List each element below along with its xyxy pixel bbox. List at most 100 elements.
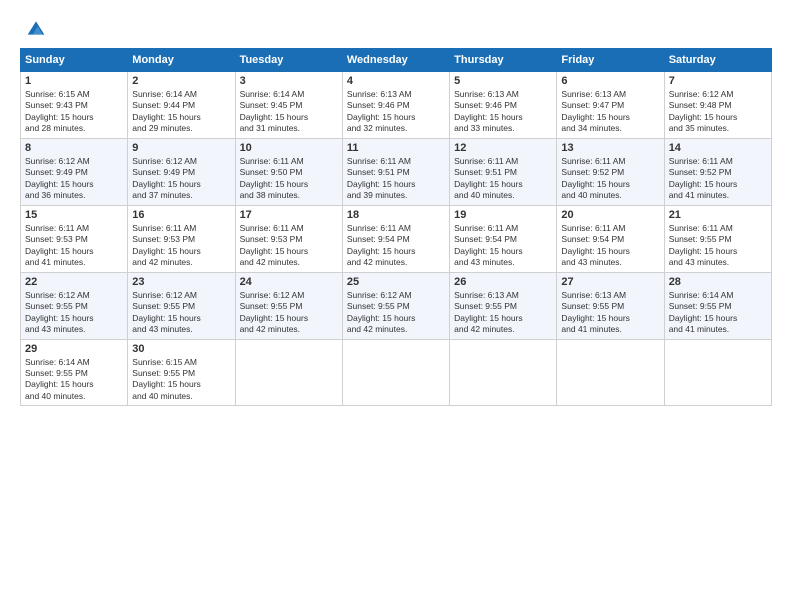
day-number: 17: [240, 209, 338, 221]
calendar-week-5: 29 Sunrise: 6:14 AMSunset: 9:55 PMDayligh…: [21, 339, 772, 406]
day-number: 8: [25, 142, 123, 154]
calendar-cell: 24 Sunrise: 6:12 AMSunset: 9:55 PMDayligh…: [235, 272, 342, 339]
calendar-week-2: 8 Sunrise: 6:12 AMSunset: 9:49 PMDaylight…: [21, 138, 772, 205]
cell-info: Sunrise: 6:14 AMSunset: 9:45 PMDaylight:…: [240, 89, 338, 135]
day-number: 7: [669, 75, 767, 87]
day-number: 19: [454, 209, 552, 221]
day-number: 6: [561, 75, 659, 87]
day-number: 25: [347, 276, 445, 288]
day-number: 9: [132, 142, 230, 154]
calendar-cell: 10 Sunrise: 6:11 AMSunset: 9:50 PMDayligh…: [235, 138, 342, 205]
cell-info: Sunrise: 6:13 AMSunset: 9:46 PMDaylight:…: [347, 89, 445, 135]
calendar-week-1: 1 Sunrise: 6:15 AMSunset: 9:43 PMDaylight…: [21, 72, 772, 139]
calendar-cell: [664, 339, 771, 406]
calendar-cell: 9 Sunrise: 6:12 AMSunset: 9:49 PMDaylight…: [128, 138, 235, 205]
cell-info: Sunrise: 6:13 AMSunset: 9:55 PMDaylight:…: [561, 290, 659, 336]
day-number: 10: [240, 142, 338, 154]
calendar-cell: 18Sunrise: 6:11 AMSunset: 9:54 PMDayligh…: [342, 205, 449, 272]
calendar-cell: 28 Sunrise: 6:14 AMSunset: 9:55 PMDayligh…: [664, 272, 771, 339]
calendar-cell: 26 Sunrise: 6:13 AMSunset: 9:55 PMDayligh…: [450, 272, 557, 339]
calendar-header-monday: Monday: [128, 49, 235, 72]
day-number: 11: [347, 142, 445, 154]
calendar-cell: 6 Sunrise: 6:13 AMSunset: 9:47 PMDaylight…: [557, 72, 664, 139]
cell-info: Sunrise: 6:15 AMSunset: 9:55 PMDaylight:…: [132, 357, 230, 403]
cell-info: Sunrise: 6:11 AMSunset: 9:54 PMDaylight:…: [561, 223, 659, 269]
day-number: 13: [561, 142, 659, 154]
calendar-week-3: 15 Sunrise: 6:11 AMSunset: 9:53 PMDayligh…: [21, 205, 772, 272]
header: [20, 18, 772, 38]
day-number: 15: [25, 209, 123, 221]
day-number: 30: [132, 343, 230, 355]
calendar-cell: [557, 339, 664, 406]
calendar-cell: 1 Sunrise: 6:15 AMSunset: 9:43 PMDaylight…: [21, 72, 128, 139]
day-number: 26: [454, 276, 552, 288]
calendar-header-wednesday: Wednesday: [342, 49, 449, 72]
cell-info: Sunrise: 6:13 AMSunset: 9:47 PMDaylight:…: [561, 89, 659, 135]
calendar-cell: 3 Sunrise: 6:14 AMSunset: 9:45 PMDaylight…: [235, 72, 342, 139]
calendar-cell: 14Sunrise: 6:11 AMSunset: 9:52 PMDayligh…: [664, 138, 771, 205]
cell-info: Sunrise: 6:12 AMSunset: 9:55 PMDaylight:…: [240, 290, 338, 336]
calendar-cell: 7 Sunrise: 6:12 AMSunset: 9:48 PMDaylight…: [664, 72, 771, 139]
cell-info: Sunrise: 6:12 AMSunset: 9:49 PMDaylight:…: [132, 156, 230, 202]
logo-icon: [26, 18, 46, 38]
calendar-cell: 16 Sunrise: 6:11 AMSunset: 9:53 PMDayligh…: [128, 205, 235, 272]
calendar-cell: 23 Sunrise: 6:12 AMSunset: 9:55 PMDayligh…: [128, 272, 235, 339]
cell-info: Sunrise: 6:11 AMSunset: 9:53 PMDaylight:…: [132, 223, 230, 269]
calendar-cell: 15 Sunrise: 6:11 AMSunset: 9:53 PMDayligh…: [21, 205, 128, 272]
day-number: 2: [132, 75, 230, 87]
day-number: 27: [561, 276, 659, 288]
day-number: 20: [561, 209, 659, 221]
day-number: 23: [132, 276, 230, 288]
calendar-header-tuesday: Tuesday: [235, 49, 342, 72]
day-number: 28: [669, 276, 767, 288]
calendar-cell: 4 Sunrise: 6:13 AMSunset: 9:46 PMDaylight…: [342, 72, 449, 139]
day-number: 12: [454, 142, 552, 154]
calendar-header-thursday: Thursday: [450, 49, 557, 72]
day-number: 4: [347, 75, 445, 87]
cell-info: Sunrise: 6:11 AMSunset: 9:51 PMDaylight:…: [347, 156, 445, 202]
day-number: 1: [25, 75, 123, 87]
day-number: 29: [25, 343, 123, 355]
day-number: 24: [240, 276, 338, 288]
calendar-cell: 17 Sunrise: 6:11 AMSunset: 9:53 PMDayligh…: [235, 205, 342, 272]
cell-info: Sunrise: 6:14 AMSunset: 9:55 PMDaylight:…: [25, 357, 123, 403]
calendar-cell: 19 Sunrise: 6:11 AMSunset: 9:54 PMDayligh…: [450, 205, 557, 272]
day-number: 16: [132, 209, 230, 221]
calendar-header-row: SundayMondayTuesdayWednesdayThursdayFrid…: [21, 49, 772, 72]
cell-info: Sunrise: 6:11 AMSunset: 9:53 PMDaylight:…: [25, 223, 123, 269]
day-number: 3: [240, 75, 338, 87]
cell-info: Sunrise: 6:14 AMSunset: 9:44 PMDaylight:…: [132, 89, 230, 135]
cell-info: Sunrise: 6:13 AMSunset: 9:55 PMDaylight:…: [454, 290, 552, 336]
day-number: 22: [25, 276, 123, 288]
calendar-week-4: 22 Sunrise: 6:12 AMSunset: 9:55 PMDayligh…: [21, 272, 772, 339]
cell-info: Sunrise: 6:11 AMSunset: 9:53 PMDaylight:…: [240, 223, 338, 269]
calendar-cell: [235, 339, 342, 406]
cell-info: Sunrise: 6:11 AMSunset: 9:52 PMDaylight:…: [669, 156, 767, 202]
calendar-cell: 2 Sunrise: 6:14 AMSunset: 9:44 PMDaylight…: [128, 72, 235, 139]
calendar-cell: 27 Sunrise: 6:13 AMSunset: 9:55 PMDayligh…: [557, 272, 664, 339]
cell-info: Sunrise: 6:12 AMSunset: 9:55 PMDaylight:…: [25, 290, 123, 336]
cell-info: Sunrise: 6:15 AMSunset: 9:43 PMDaylight:…: [25, 89, 123, 135]
calendar-header-sunday: Sunday: [21, 49, 128, 72]
cell-info: Sunrise: 6:11 AMSunset: 9:50 PMDaylight:…: [240, 156, 338, 202]
calendar-cell: 21Sunrise: 6:11 AMSunset: 9:55 PMDayligh…: [664, 205, 771, 272]
cell-info: Sunrise: 6:12 AMSunset: 9:48 PMDaylight:…: [669, 89, 767, 135]
calendar-header-saturday: Saturday: [664, 49, 771, 72]
cell-info: Sunrise: 6:13 AMSunset: 9:46 PMDaylight:…: [454, 89, 552, 135]
cell-info: Sunrise: 6:11 AMSunset: 9:51 PMDaylight:…: [454, 156, 552, 202]
calendar-cell: 8Sunrise: 6:12 AMSunset: 9:49 PMDaylight…: [21, 138, 128, 205]
calendar: SundayMondayTuesdayWednesdayThursdayFrid…: [20, 48, 772, 406]
cell-info: Sunrise: 6:11 AMSunset: 9:55 PMDaylight:…: [669, 223, 767, 269]
cell-info: Sunrise: 6:11 AMSunset: 9:52 PMDaylight:…: [561, 156, 659, 202]
calendar-cell: 5 Sunrise: 6:13 AMSunset: 9:46 PMDaylight…: [450, 72, 557, 139]
logo: [20, 18, 46, 38]
calendar-cell: 30 Sunrise: 6:15 AMSunset: 9:55 PMDayligh…: [128, 339, 235, 406]
cell-info: Sunrise: 6:11 AMSunset: 9:54 PMDaylight:…: [454, 223, 552, 269]
calendar-cell: 20 Sunrise: 6:11 AMSunset: 9:54 PMDayligh…: [557, 205, 664, 272]
calendar-cell: 22 Sunrise: 6:12 AMSunset: 9:55 PMDayligh…: [21, 272, 128, 339]
page: SundayMondayTuesdayWednesdayThursdayFrid…: [0, 0, 792, 612]
cell-info: Sunrise: 6:11 AMSunset: 9:54 PMDaylight:…: [347, 223, 445, 269]
cell-info: Sunrise: 6:14 AMSunset: 9:55 PMDaylight:…: [669, 290, 767, 336]
day-number: 5: [454, 75, 552, 87]
cell-info: Sunrise: 6:12 AMSunset: 9:55 PMDaylight:…: [132, 290, 230, 336]
